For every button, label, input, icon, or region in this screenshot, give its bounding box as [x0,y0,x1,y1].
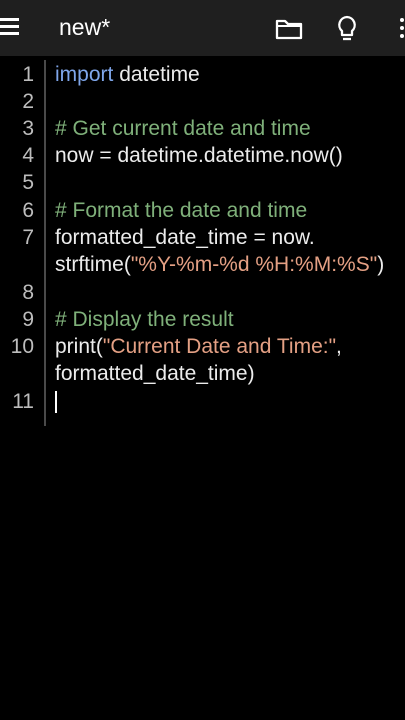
string-literal: "Current Date and Time:" [102,335,337,358]
code-text: datetime [113,63,200,86]
line-number: 10 [10,335,34,358]
comment: # Format the date and time [55,199,308,222]
line-number: 2 [22,90,34,113]
line-number: 7 [22,226,34,249]
code-line: 10 print("Current Date and Time:", [0,333,405,360]
code-line: 11 [0,388,405,415]
line-number: 6 [22,199,34,222]
code-line: 4 now = datetime.datetime.now() [0,142,405,169]
code-line: 6 # Format the date and time [0,197,405,224]
code-line: 8 [0,279,405,306]
code-text: ) [377,253,385,276]
code-line: 2 [0,88,405,115]
code-text: strftime( [55,253,131,276]
menu-icon[interactable] [0,16,22,40]
comment: # Display the result [55,308,234,331]
folder-icon[interactable] [272,12,306,46]
line-number: 11 [12,390,34,413]
string-literal: "%Y-%m-%d %H:%M:%S" [130,253,378,276]
file-title: new* [59,14,111,40]
line-number: 8 [22,281,34,304]
more-vertical-icon[interactable] [396,12,405,46]
code-text: formatted_date_time = now. [55,226,315,249]
keyword: import [55,63,114,86]
line-number: 5 [22,171,34,194]
code-line: 7 formatted_date_time = now. [0,224,405,251]
code-editor[interactable]: 1 import datetime 2 3 # Get current date… [0,56,405,720]
code-line-wrapped: formatted_date_time) [0,360,405,387]
code-line: 9 # Display the result [0,306,405,333]
lightbulb-icon[interactable] [330,12,364,46]
code-line: 3 # Get current date and time [0,115,405,142]
code-text: now = datetime.datetime.now() [55,144,343,167]
code-line: 5 [0,169,405,196]
code-text: formatted_date_time) [55,362,255,385]
line-number: 3 [22,117,34,140]
code-text: , [336,335,342,358]
line-number: 1 [22,63,34,86]
text-cursor [55,391,57,413]
code-line: 1 import datetime [0,61,405,88]
comment: # Get current date and time [55,117,311,140]
toolbar: new* [0,0,405,56]
code-text: print( [55,335,103,358]
code-line-wrapped: strftime("%Y-%m-%d %H:%M:%S") [0,251,405,278]
line-number: 4 [22,144,34,167]
line-number: 9 [22,308,34,331]
